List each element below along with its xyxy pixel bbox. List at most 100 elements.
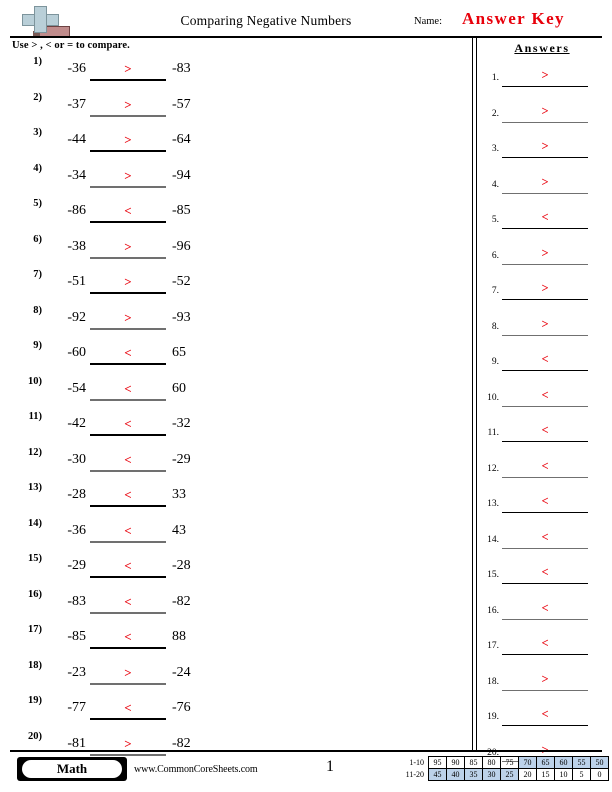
- answer-symbol: <: [541, 529, 549, 544]
- comparison-answer-blank[interactable]: >: [90, 239, 166, 259]
- answer-blank[interactable]: >: [502, 174, 588, 194]
- comparison-symbol: <: [124, 380, 132, 396]
- comparison-answer-blank[interactable]: <: [90, 700, 166, 720]
- worksheet-header: Comparing Negative Numbers Name: Answer …: [10, 4, 602, 38]
- answer-blank[interactable]: >: [502, 68, 588, 87]
- comparison-answer-blank[interactable]: <: [90, 380, 166, 401]
- comparison-answer-blank[interactable]: <: [90, 523, 166, 543]
- answer-symbol: <: [541, 352, 549, 366]
- answer-row: 4. >: [477, 171, 607, 207]
- comparison-answer-blank[interactable]: >: [90, 97, 166, 117]
- answer-blank[interactable]: <: [502, 210, 588, 229]
- answer-blank[interactable]: <: [502, 494, 588, 513]
- problem-row: 13) -28 <33: [0, 482, 470, 518]
- problem-row: 12) -30 < -29: [0, 447, 470, 483]
- comparison-symbol: <: [124, 451, 132, 467]
- comparison-answer-blank[interactable]: >: [90, 736, 166, 756]
- answer-symbol: >: [541, 174, 549, 189]
- comparison-symbol: <: [124, 345, 132, 360]
- grading-cell: 30: [482, 768, 501, 781]
- comparison-answer-blank[interactable]: <: [90, 558, 166, 578]
- comparison-answer-blank[interactable]: <: [90, 451, 166, 472]
- problem-right-operand: -93: [172, 309, 191, 325]
- answer-number: 12.: [487, 463, 499, 474]
- comparison-answer-blank[interactable]: >: [90, 310, 166, 330]
- answer-blank[interactable]: <: [502, 529, 588, 549]
- answer-symbol: >: [541, 245, 549, 260]
- answer-blank[interactable]: <: [502, 352, 588, 371]
- answer-blank[interactable]: <: [502, 707, 588, 726]
- problem-number: 5): [33, 198, 42, 209]
- problem-right-operand: -94: [172, 167, 191, 183]
- answer-row: 9. <: [477, 348, 607, 384]
- problem-number: 13): [28, 482, 42, 493]
- answer-symbol: <: [541, 210, 549, 224]
- comparison-answer-blank[interactable]: <: [90, 487, 166, 507]
- answer-blank[interactable]: <: [502, 388, 588, 407]
- problem-number: 14): [28, 517, 42, 529]
- answer-blank[interactable]: <: [502, 423, 588, 442]
- problem-right-operand: -29: [172, 451, 191, 467]
- problem-number: 18): [28, 659, 42, 671]
- grading-cell: 95: [428, 756, 447, 769]
- comparison-answer-blank[interactable]: <: [90, 416, 166, 436]
- answer-blank[interactable]: >: [502, 281, 588, 300]
- comparison-answer-blank[interactable]: >: [90, 274, 166, 294]
- problem-left-operand: -37: [67, 96, 86, 112]
- answer-symbol: >: [541, 316, 549, 331]
- answer-number: 9.: [491, 357, 499, 367]
- grading-cell: 35: [464, 768, 483, 781]
- problem-left-operand: -38: [67, 238, 86, 254]
- grading-table: 1-10 95 90 85 80 75 70 65 60 55 50 11-20 45 40 35 30…: [396, 756, 609, 781]
- problem-row: 11) -42 < -32: [0, 411, 470, 447]
- problem-right-operand: -32: [172, 416, 191, 431]
- problem-right-operand: -52: [172, 274, 191, 289]
- answer-row: 6. >: [477, 242, 607, 278]
- logo-plus-vertical: [34, 6, 47, 33]
- problem-number: 17): [28, 624, 42, 635]
- problem-number: 10): [28, 375, 42, 387]
- answer-number: 11.: [487, 428, 499, 438]
- comparison-answer-blank[interactable]: <: [90, 594, 166, 614]
- comparison-answer-blank[interactable]: <: [90, 629, 166, 649]
- comparison-symbol: >: [124, 132, 132, 147]
- answers-column-header: Answers: [514, 41, 570, 55]
- grading-scale-table: 1-10 95 90 85 80 75 70 65 60 55 50 11-20 45 40 35 30…: [396, 756, 609, 781]
- grading-cell: 90: [446, 756, 465, 769]
- answer-blank[interactable]: <: [502, 636, 588, 655]
- comparison-answer-blank[interactable]: <: [90, 203, 166, 223]
- problem-number: 19): [28, 695, 42, 706]
- answer-blank[interactable]: <: [502, 565, 588, 584]
- answer-number: 8.: [491, 321, 499, 332]
- problem-left-operand: -60: [67, 345, 86, 360]
- problem-row: 7) -51 > -52: [0, 269, 470, 305]
- grading-row-2-label: 11-20: [405, 770, 424, 779]
- header-divider: [10, 36, 602, 38]
- comparison-answer-blank[interactable]: <: [90, 345, 166, 365]
- answer-number: 15.: [487, 570, 499, 580]
- problem-row: 5) -86 < -85: [0, 198, 470, 234]
- answer-blank[interactable]: >: [502, 245, 588, 265]
- problem-right-operand: -28: [172, 558, 191, 573]
- answer-blank[interactable]: >: [502, 139, 588, 158]
- comparison-symbol: >: [124, 167, 132, 183]
- grading-row-1: 1-10 95 90 85 80 75 70 65 60 55 50: [396, 756, 609, 769]
- website-url: www.CommonCoreSheets.com: [134, 764, 258, 775]
- comparison-answer-blank[interactable]: >: [90, 61, 166, 81]
- subject-badge-label: Math: [22, 760, 122, 778]
- grading-cell: 65: [536, 756, 555, 769]
- answer-key-badge: Answer Key: [462, 9, 565, 28]
- comparison-answer-blank[interactable]: >: [90, 167, 166, 188]
- comparison-answer-blank[interactable]: >: [90, 665, 166, 685]
- answer-blank[interactable]: >: [502, 672, 588, 691]
- comparison-answer-blank[interactable]: >: [90, 132, 166, 152]
- answer-symbol: >: [541, 139, 549, 153]
- grading-cell: 0: [590, 768, 609, 781]
- problem-row: 2) -37 > -57: [0, 92, 470, 128]
- answer-blank[interactable]: <: [502, 459, 588, 478]
- problem-left-operand: -28: [67, 487, 86, 502]
- answer-blank[interactable]: <: [502, 601, 588, 620]
- answer-blank[interactable]: >: [502, 104, 588, 123]
- problem-right-operand: -76: [172, 700, 191, 715]
- answer-blank[interactable]: >: [502, 316, 588, 336]
